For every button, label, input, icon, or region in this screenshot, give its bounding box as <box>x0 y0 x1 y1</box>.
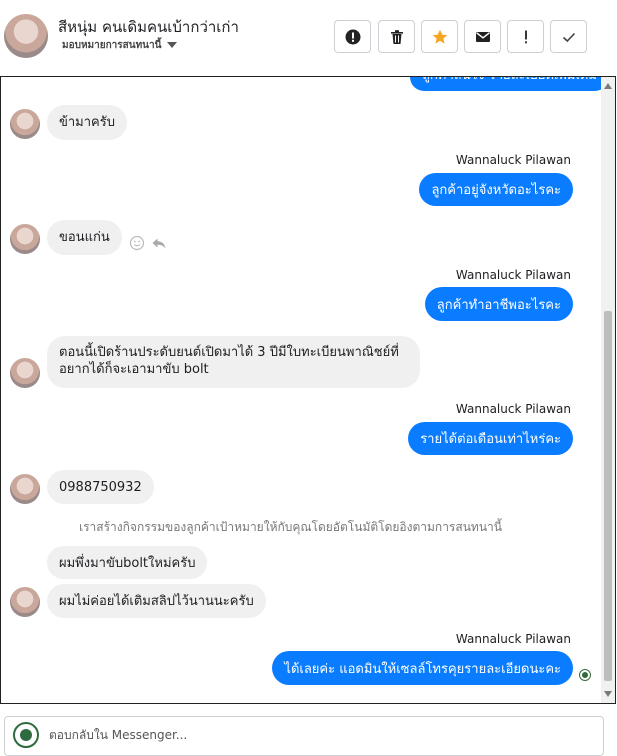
message-text: ลูกค้าอยู่จังหวัดอะไรคะ <box>431 183 561 198</box>
envelope-icon <box>475 31 490 42</box>
customer-avatar[interactable] <box>10 109 40 139</box>
message-incoming: ข้ามาครับ <box>47 105 127 140</box>
star-icon <box>432 29 447 44</box>
message-text: ลูกค้าทำอาชีพอะไรคะ <box>436 297 561 313</box>
assign-label: มอบหมายการสนทนานี้ <box>62 40 162 51</box>
message-text-line2: อยากได้ก็จะเอามาขับ bolt <box>59 362 209 377</box>
customer-avatar[interactable] <box>10 587 40 617</box>
message-text: ลูกค้าสนใจ รายละเอียดเพิ่มเติม <box>422 77 597 85</box>
contact-avatar[interactable] <box>4 14 48 58</box>
message-thread[interactable]: ลูกค้าสนใจ รายละเอียดเพิ่มเติม ข้ามาครับ… <box>0 76 616 704</box>
message-incoming: 0988750932 <box>47 470 154 504</box>
scroll-thumb[interactable] <box>604 311 612 681</box>
message-incoming: ขอนแก่น <box>47 220 122 255</box>
message-text: ขอนแก่น <box>59 230 110 245</box>
exclamation-icon <box>524 30 527 43</box>
spam-button[interactable] <box>334 20 371 53</box>
message-outgoing: รายได้ต่อเดือนเท่าไหร่คะ <box>408 422 573 455</box>
sender-name: Wannaluck Pilawan <box>455 153 571 167</box>
priority-button[interactable] <box>507 20 544 53</box>
emoji-reaction-icon[interactable] <box>129 235 145 251</box>
system-notice: เราสร้างกิจกรรมของลูกค้าเป้าหมายให้กับคุ… <box>79 520 502 534</box>
sender-name: Wannaluck Pilawan <box>455 632 571 646</box>
message-incoming: ตอนนี้เปิดร้านประดับยนต์เปิดมาได้ 3 ปีมี… <box>47 336 420 388</box>
alert-circle-icon <box>345 29 360 44</box>
message-incoming: ผมไม่ค่อยได้เติมสลิปไว้นานนะครับ <box>47 584 266 618</box>
message-outgoing: ลูกค้าทำอาชีพอะไรคะ <box>424 287 573 321</box>
caret-down-icon <box>167 42 178 48</box>
page-avatar <box>13 722 39 748</box>
delete-button[interactable] <box>378 20 415 53</box>
customer-avatar[interactable] <box>10 224 40 254</box>
checkmark-icon <box>562 32 575 42</box>
contact-name[interactable]: สีหนุ่ม คนเดิมคนเบ้ากว่าเก่า <box>58 15 239 39</box>
reply-icon[interactable] <box>151 235 167 251</box>
read-receipt-icon <box>579 669 591 681</box>
message-text: รายได้ต่อเดือนเท่าไหร่คะ <box>420 432 561 447</box>
message-text: 0988750932 <box>59 480 142 495</box>
trash-icon <box>390 29 403 44</box>
message-text: ตอนนี้เปิดร้านประดับยนต์เปิดมาได้ 3 ปีมี… <box>59 345 399 360</box>
scroll-down-arrow-icon[interactable] <box>604 691 612 697</box>
message-text: ได้เลยค่ะ แอดมินให้เซลล์โทรคุยรายละเอียด… <box>284 661 561 677</box>
message-outgoing: ได้เลยค่ะ แอดมินให้เซลล์โทรคุยรายละเอียด… <box>272 651 573 685</box>
scroll-up-arrow-icon[interactable] <box>604 83 612 89</box>
star-button[interactable] <box>421 20 458 53</box>
message-incoming: ผมพึ่งมาขับboltใหม่ครับ <box>47 546 208 579</box>
mark-unread-button[interactable] <box>464 20 501 53</box>
reply-input[interactable] <box>49 728 589 742</box>
conversation-header: สีหนุ่ม คนเดิมคนเบ้ากว่าเก่า มอบหมายการส… <box>0 0 617 76</box>
thread-scrollbar[interactable] <box>601 77 615 703</box>
reply-composer <box>4 716 604 756</box>
message-actions <box>129 235 167 251</box>
message-text: ข้ามาครับ <box>59 115 115 130</box>
done-button[interactable] <box>550 20 587 53</box>
message-text: ผมพึ่งมาขับboltใหม่ครับ <box>59 556 196 571</box>
message-outgoing-partial: ลูกค้าสนใจ รายละเอียดเพิ่มเติม <box>410 77 609 91</box>
customer-avatar[interactable] <box>10 358 40 388</box>
customer-avatar[interactable] <box>10 474 40 504</box>
sender-name: Wannaluck Pilawan <box>455 268 571 282</box>
message-text: ผมไม่ค่อยได้เติมสลิปไว้นานนะครับ <box>59 594 254 609</box>
assign-conversation-dropdown[interactable]: มอบหมายการสนทนานี้ <box>62 38 178 53</box>
message-outgoing: ลูกค้าอยู่จังหวัดอะไรคะ <box>419 173 573 206</box>
sender-name: Wannaluck Pilawan <box>455 402 571 416</box>
